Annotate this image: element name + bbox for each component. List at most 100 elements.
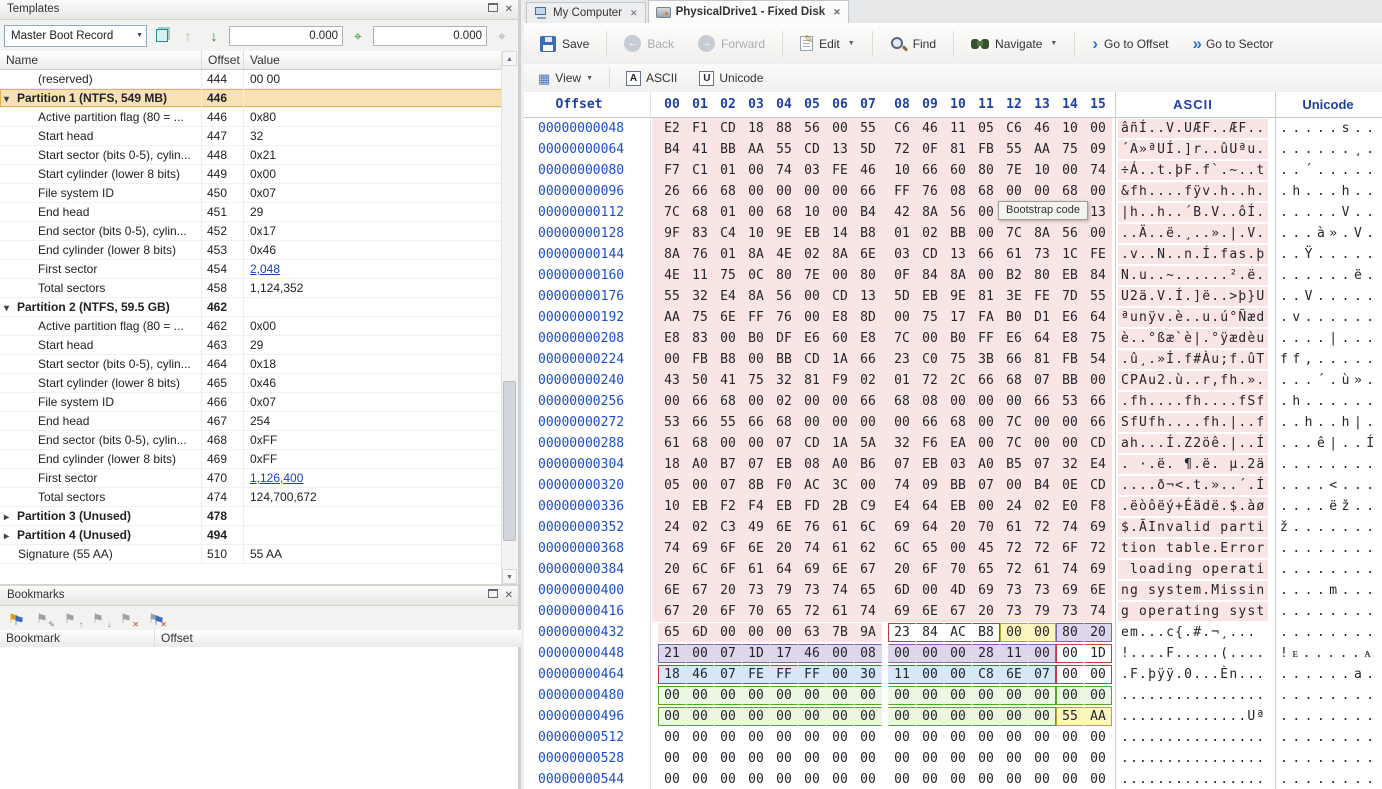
hex-byte[interactable]: 3B <box>972 350 1000 369</box>
hex-byte[interactable]: 00 <box>972 770 1000 789</box>
hex-byte[interactable]: 00 <box>1028 434 1056 453</box>
hex-byte[interactable]: 64 <box>916 497 944 516</box>
hex-byte[interactable]: 00 <box>1028 686 1056 705</box>
hex-ascii[interactable]: U2ä.V.Í.]ë..>þ}U <box>1118 287 1268 306</box>
hex-unicode[interactable]: ......¸. <box>1280 140 1380 159</box>
hex-byte[interactable]: 00 <box>972 266 1000 285</box>
hex-byte[interactable]: 72 <box>1084 539 1112 558</box>
next-bookmark-icon[interactable]: ⚑↓ <box>92 611 110 627</box>
hex-byte[interactable]: FE <box>1084 245 1112 264</box>
hex-ascii[interactable]: ................ <box>1118 770 1268 789</box>
hex-byte[interactable]: 8A <box>826 245 854 264</box>
hex-byte[interactable]: 00 <box>658 707 686 726</box>
hex-byte[interactable]: C9 <box>854 497 882 516</box>
hex-byte[interactable]: 08 <box>916 392 944 411</box>
hex-byte[interactable]: 8A <box>742 287 770 306</box>
template-row-value[interactable]: 1,126,400 <box>244 469 505 487</box>
hex-byte[interactable]: CD <box>1084 434 1112 453</box>
hex-byte[interactable]: 00 <box>1000 392 1028 411</box>
hex-byte[interactable]: 00 <box>1056 749 1084 768</box>
hex-byte[interactable]: 10 <box>658 497 686 516</box>
hex-byte[interactable]: 41 <box>686 140 714 159</box>
close-tab-icon[interactable]: ✕ <box>630 8 638 19</box>
hex-byte[interactable]: 8A <box>742 245 770 264</box>
column-header-name[interactable]: Name <box>0 51 202 69</box>
hex-byte[interactable]: 07 <box>714 644 742 663</box>
find-button[interactable]: Find <box>880 28 946 60</box>
save-button[interactable]: Save <box>530 28 599 60</box>
hex-byte[interactable]: 69 <box>972 581 1000 600</box>
hex-byte[interactable]: 61 <box>826 539 854 558</box>
hex-byte[interactable]: 02 <box>798 245 826 264</box>
hex-byte[interactable]: 00 <box>854 770 882 789</box>
hex-byte[interactable]: 9A <box>854 623 882 642</box>
hex-byte[interactable]: 18 <box>742 119 770 138</box>
hex-unicode[interactable]: ......ë. <box>1280 266 1380 285</box>
hex-unicode[interactable]: ........ <box>1280 602 1380 621</box>
edit-bookmark-icon[interactable]: ⚑✎ <box>36 611 54 627</box>
hex-byte[interactable]: 07 <box>714 665 742 684</box>
hex-byte[interactable]: 07 <box>972 476 1000 495</box>
hex-byte[interactable]: 00 <box>888 686 916 705</box>
hex-byte[interactable]: F6 <box>916 434 944 453</box>
hex-byte[interactable]: 74 <box>1084 602 1112 621</box>
hex-byte[interactable]: 00 <box>944 539 972 558</box>
hex-byte[interactable]: 00 <box>888 644 916 663</box>
hex-byte[interactable]: 00 <box>972 686 1000 705</box>
hex-unicode[interactable]: ...à».V. <box>1280 224 1380 243</box>
hex-byte[interactable]: 05 <box>972 119 1000 138</box>
template-row[interactable]: End cylinder (lower 8 bits)4690xFF <box>0 450 505 469</box>
hex-byte[interactable]: 80 <box>972 161 1000 180</box>
hex-byte[interactable]: 08 <box>944 182 972 201</box>
hex-byte[interactable]: 1A <box>826 350 854 369</box>
hex-byte[interactable]: 8A <box>916 203 944 222</box>
template-row[interactable]: Total sectors4581,124,352 <box>0 279 505 298</box>
hex-byte[interactable]: FE <box>742 665 770 684</box>
hex-byte[interactable]: 7D <box>1056 287 1084 306</box>
hex-byte[interactable]: 01 <box>714 245 742 264</box>
template-row[interactable]: ▸Partition 3 (Unused)478 <box>0 507 505 526</box>
hex-ascii[interactable]: .fh....fh....fSf <box>1118 392 1268 411</box>
hex-byte[interactable]: 66 <box>854 392 882 411</box>
hex-byte[interactable]: 00 <box>826 686 854 705</box>
hex-ascii[interactable]: ................ <box>1118 728 1268 747</box>
hex-byte[interactable]: 00 <box>1056 770 1084 789</box>
hex-byte[interactable]: 69 <box>888 602 916 621</box>
navigate-button[interactable]: Navigate ▼ <box>961 28 1067 60</box>
hex-byte[interactable]: C4 <box>714 224 742 243</box>
hex-byte[interactable]: 9E <box>770 224 798 243</box>
templates-scrollbar[interactable]: ▲ ▼ <box>501 51 518 584</box>
template-row[interactable]: End head45129 <box>0 203 505 222</box>
hex-byte[interactable]: B4 <box>854 203 882 222</box>
hex-byte[interactable]: 74 <box>854 602 882 621</box>
hex-byte[interactable]: 00 <box>972 728 1000 747</box>
hex-byte[interactable]: 55 <box>854 119 882 138</box>
hex-ascii[interactable]: &fh....fÿv.h..h. <box>1118 182 1268 201</box>
hex-byte[interactable]: FA <box>972 308 1000 327</box>
hex-byte[interactable]: 07 <box>1028 371 1056 390</box>
hex-byte[interactable]: 08 <box>854 644 882 663</box>
hex-byte[interactable]: 69 <box>1056 581 1084 600</box>
hex-byte[interactable]: 81 <box>798 371 826 390</box>
hex-byte[interactable]: 66 <box>972 371 1000 390</box>
hex-byte[interactable]: 75 <box>916 308 944 327</box>
hex-byte[interactable]: 00 <box>742 707 770 726</box>
hex-byte[interactable]: 7E <box>1000 161 1028 180</box>
hex-byte[interactable]: 00 <box>888 728 916 747</box>
hex-byte[interactable]: 6E <box>770 518 798 537</box>
hex-byte[interactable]: 55 <box>1084 287 1112 306</box>
hex-byte[interactable]: 00 <box>658 350 686 369</box>
hex-byte[interactable]: 00 <box>944 728 972 747</box>
hex-byte[interactable]: 7C <box>1000 413 1028 432</box>
hex-byte[interactable]: 10 <box>742 224 770 243</box>
hex-byte[interactable]: 65 <box>972 560 1000 579</box>
hex-byte[interactable]: 49 <box>742 518 770 537</box>
template-row[interactable]: File system ID4660x07 <box>0 393 505 412</box>
float-panel-icon[interactable] <box>488 589 498 602</box>
hex-byte[interactable]: 00 <box>798 308 826 327</box>
hex-byte[interactable]: EB <box>944 497 972 516</box>
hex-byte[interactable]: 65 <box>658 623 686 642</box>
hex-byte[interactable]: DF <box>770 329 798 348</box>
hex-byte[interactable]: D1 <box>1028 308 1056 327</box>
hex-byte[interactable]: 02 <box>770 392 798 411</box>
